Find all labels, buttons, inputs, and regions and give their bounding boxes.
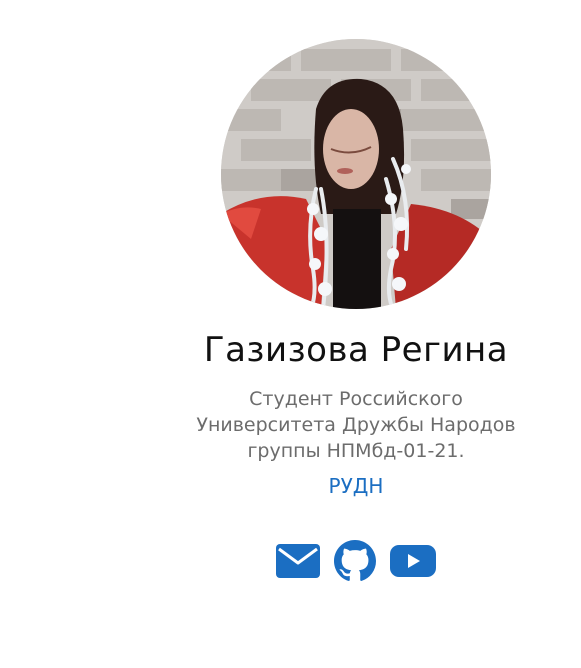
avatar [221,39,491,309]
organization-link[interactable]: РУДН [256,474,456,498]
social-links [276,538,436,584]
email-link[interactable] [276,544,320,578]
github-icon [334,540,376,581]
bio-line: Университета Дружбы Народов [196,414,516,436]
youtube-link[interactable] [390,545,436,577]
profile-name: Газизова Регина [203,330,509,370]
bio-line: Студент Российского [249,388,463,410]
profile-card: Газизова Регина Студент Российского Унив… [0,0,581,668]
github-link[interactable] [334,540,376,582]
profile-bio: Студент Российского Университета Дружбы … [141,386,571,464]
envelope-icon [276,544,320,578]
bio-line: группы НПМбд-01-21. [247,440,465,462]
youtube-icon [390,545,436,577]
